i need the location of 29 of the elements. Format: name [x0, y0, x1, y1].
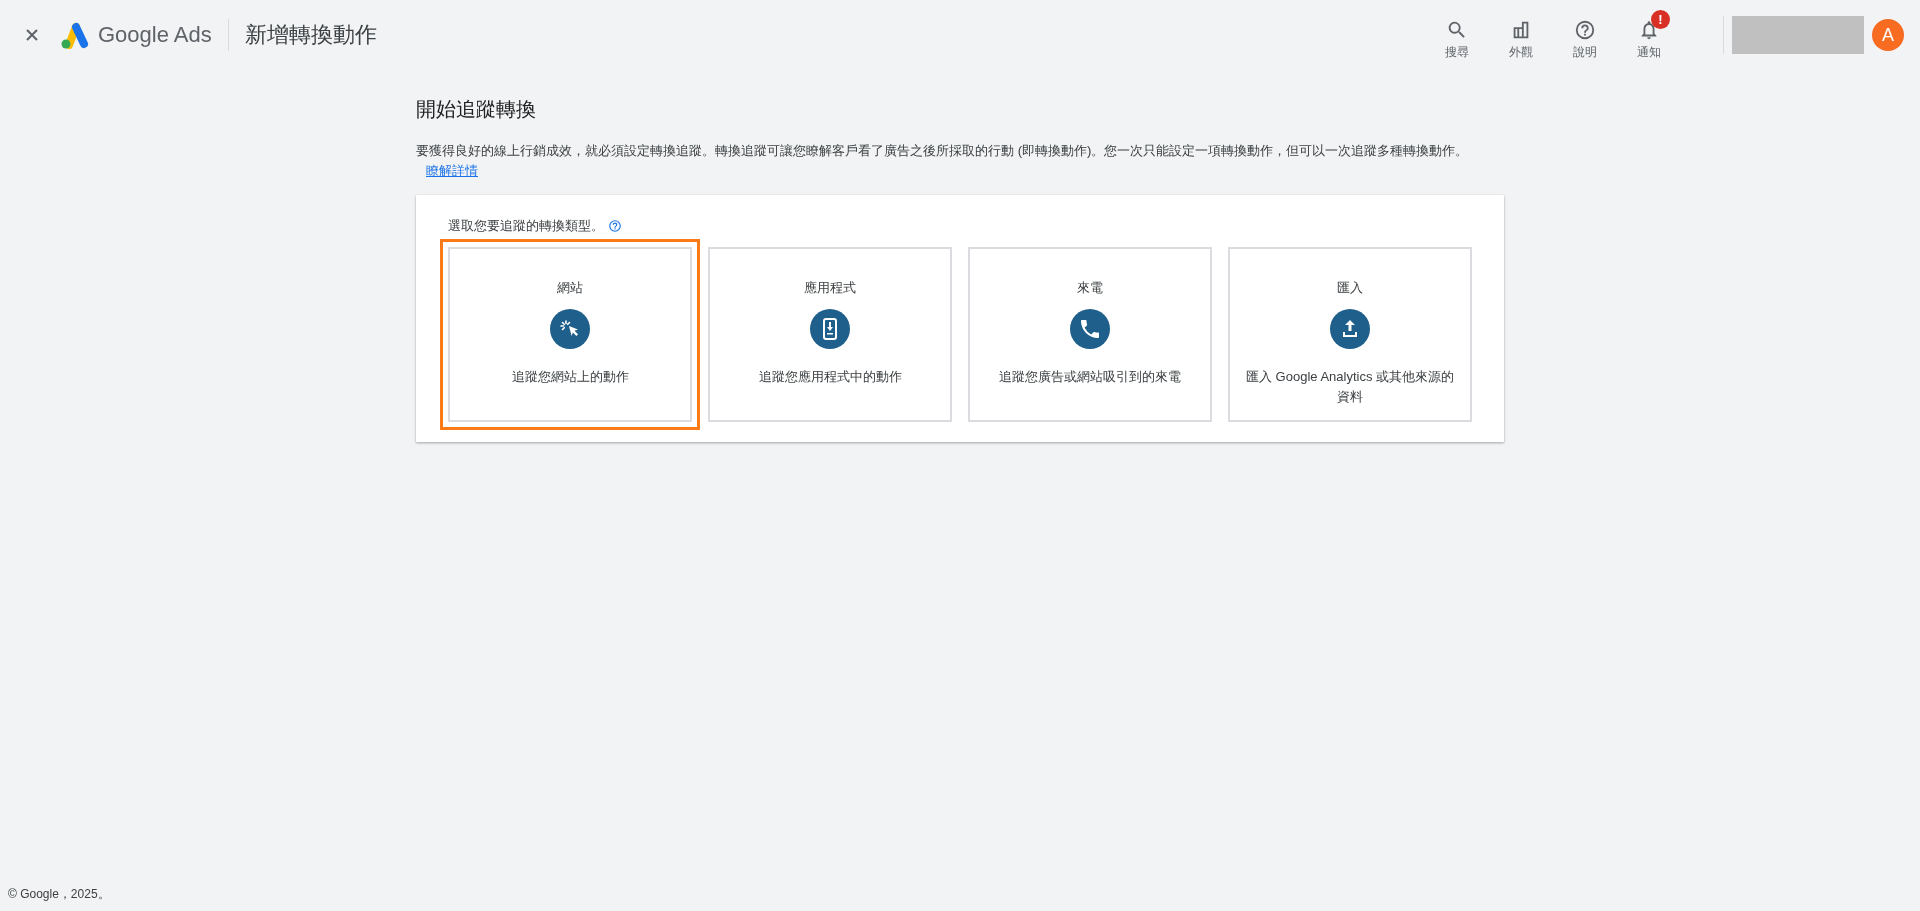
option-title: 網站	[557, 279, 583, 297]
copyright-text: © Google，2025。	[8, 887, 110, 901]
prompt-text: 選取您要追蹤的轉換類型。	[448, 217, 604, 235]
section-heading: 開始追蹤轉換	[416, 97, 537, 122]
intro-text: 要獲得良好的線上行銷成效，就必須設定轉換追蹤。轉換追蹤可讓您瞭解客戶看了廣告之後所採取的行動 (即轉換動作)。您一次只能設定一項轉換動作，但可以一次追蹤多種轉換動作。 瞭解詳情	[416, 142, 1470, 180]
page-title: 新增轉換動作	[244, 21, 377, 49]
toolbar-button[interactable]: 搜尋	[1427, 9, 1487, 61]
option-description: 追蹤您廣告或網站吸引到的來電	[999, 368, 1181, 386]
logo-icon	[60, 21, 90, 49]
brand-name: Google Ads	[98, 22, 212, 48]
toolbar-button[interactable]: 通知 !	[1619, 9, 1679, 61]
help-icon[interactable]	[608, 219, 622, 233]
option-description: 追蹤您網站上的動作	[511, 368, 629, 386]
option-title: 匯入	[1337, 279, 1363, 297]
cursor-click-icon	[550, 309, 590, 349]
option-card[interactable]: 網站 追蹤您網站上的動作	[440, 239, 700, 430]
alert-badge: !	[1651, 9, 1670, 29]
option-description: 匯入 Google Analytics 或其他來源的資料	[1244, 368, 1456, 406]
option-description: 追蹤您應用程式中的動作	[758, 368, 902, 386]
toolbar-button[interactable]: 外觀	[1491, 9, 1551, 61]
phone-download-icon	[810, 309, 850, 349]
phone-icon	[1070, 309, 1110, 349]
toolbar-button[interactable]: 說明	[1555, 9, 1615, 61]
option-title: 應用程式	[804, 279, 856, 297]
upload-icon	[1330, 309, 1370, 349]
learn-more-link[interactable]: 瞭解詳情	[426, 163, 478, 178]
help-icon	[1574, 18, 1596, 41]
option-title: 來電	[1077, 279, 1103, 297]
close-icon	[24, 27, 40, 43]
